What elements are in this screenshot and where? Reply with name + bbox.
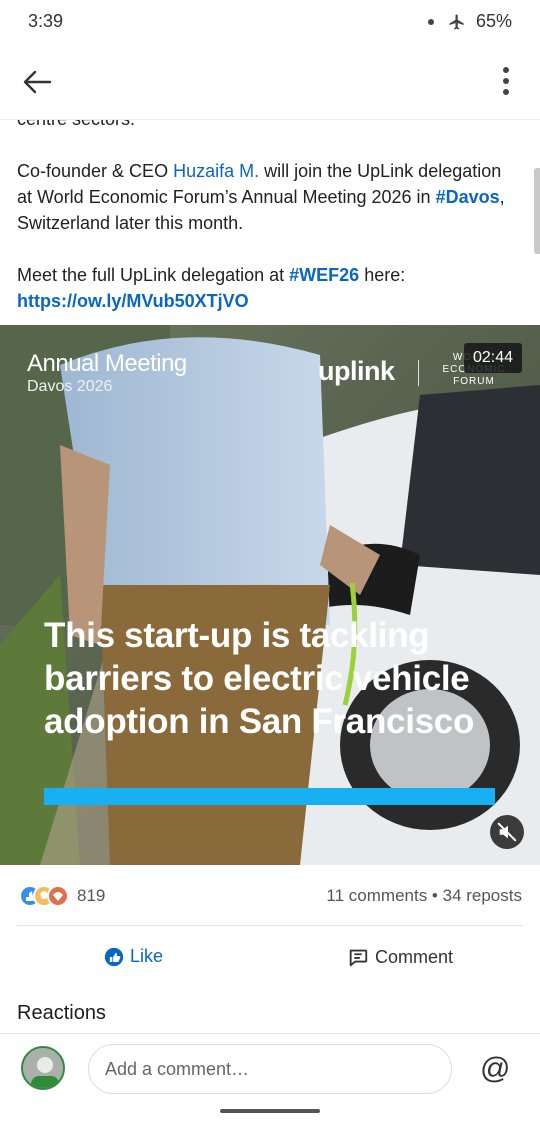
like-button[interactable]: Like <box>104 946 163 967</box>
comment-input[interactable]: Add a comment… <box>88 1044 452 1094</box>
speaker-muted-icon <box>497 822 517 842</box>
comment-icon <box>349 949 368 967</box>
comment-composer: Add a comment… @ <box>0 1033 540 1123</box>
more-options-button[interactable] <box>496 64 516 100</box>
like-icon <box>104 947 124 966</box>
notification-dot-icon <box>427 18 434 25</box>
headline-accent-bar <box>44 788 495 805</box>
video-duration: 02:44 <box>464 343 522 373</box>
mute-button[interactable] <box>490 815 524 849</box>
mention-button[interactable]: @ <box>480 1052 510 1086</box>
comment-label: Comment <box>375 946 454 967</box>
like-label: Like <box>130 946 164 966</box>
post-url-link[interactable]: https://ow.ly/MVub50XTjVO <box>17 291 249 311</box>
video-overlay <box>0 325 540 865</box>
comments-count[interactable]: 11 comments <box>326 886 427 905</box>
wef-line-3: FORUM <box>453 376 495 387</box>
status-time: 3:39 <box>28 11 64 31</box>
airplane-icon <box>449 14 464 29</box>
social-meta: 11 comments • 34 reposts <box>326 886 522 906</box>
home-indicator[interactable] <box>220 1109 320 1113</box>
status-bar: 3:39 65% <box>0 0 540 44</box>
reaction-icons[interactable] <box>18 884 74 908</box>
reaction-count[interactable]: 819 <box>77 886 105 906</box>
post-paragraph-2: Meet the full UpLink delegation at #WEF2… <box>17 262 517 314</box>
post-text-segment: Co-founder & CEO <box>17 161 174 181</box>
mention-link[interactable]: Huzaifa M. <box>173 161 259 181</box>
meta-separator: • <box>427 886 443 905</box>
reactions-heading: Reactions <box>17 1002 106 1024</box>
event-title: Annual Meeting <box>27 350 187 377</box>
post-actions: Like Comment <box>0 938 540 980</box>
reposts-count[interactable]: 34 reposts <box>443 886 522 905</box>
divider <box>17 925 523 926</box>
more-vertical-icon <box>503 67 509 95</box>
post-text-segment: here: <box>359 265 406 285</box>
post-text-segment: Meet the full UpLink delegation at <box>17 265 290 285</box>
hashtag-wef26[interactable]: #WEF26 <box>289 265 359 285</box>
arrow-left-icon <box>23 70 52 94</box>
battery-level: 65% <box>475 11 512 31</box>
back-button[interactable] <box>18 64 58 100</box>
post-paragraph-1: Co-founder & CEO Huzaifa M. will join th… <box>17 158 517 236</box>
social-counts: 819 11 comments • 34 reposts <box>0 876 540 918</box>
uplink-logo: uplink <box>318 356 395 386</box>
avatar[interactable] <box>21 1046 65 1090</box>
app-bar <box>0 44 540 120</box>
hashtag-davos[interactable]: #Davos <box>436 187 500 207</box>
video-headline: This start-up is tackling barriers to el… <box>44 616 475 741</box>
status-indicators: 65% <box>427 11 512 32</box>
event-subtitle: Davos 2026 <box>27 378 113 395</box>
comment-button[interactable]: Comment <box>347 946 453 968</box>
logo-divider <box>418 360 419 386</box>
scrollbar[interactable] <box>534 168 540 254</box>
post-text: centre sectors. Co-founder & CEO Huzaifa… <box>17 106 517 340</box>
video-player[interactable] <box>0 325 540 865</box>
